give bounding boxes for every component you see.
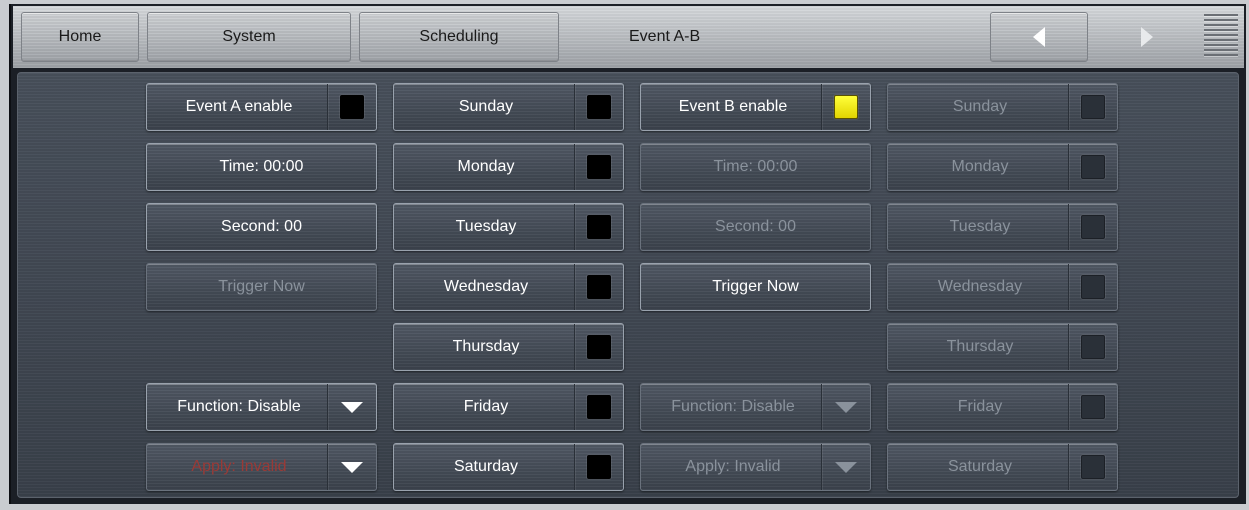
nav-home-label: Home <box>58 28 102 45</box>
event-b-function-dropdown[interactable]: Function: Disable <box>640 383 871 431</box>
event-b-enable-label: Event B enable <box>678 98 788 115</box>
event-a-day-indicator <box>587 275 611 299</box>
event-a-day-label: Sunday <box>458 98 514 115</box>
event-a-enable-indicator <box>340 95 364 119</box>
event-b-day-indicator <box>1081 275 1105 299</box>
hamburger-menu-icon[interactable] <box>1204 14 1238 62</box>
dropdown-arrow-icon <box>341 401 363 413</box>
event-b-enable-toggle[interactable]: Event B enable <box>640 83 871 131</box>
app-window: Home System Scheduling Event A-B Event A… <box>9 4 1246 504</box>
event-settings-panel: Event A enable Time: 00:00 Second: 00 Tr… <box>17 72 1239 498</box>
event-a-day-tuesday-toggle[interactable]: Tuesday <box>393 203 624 251</box>
event-b-day-label: Sunday <box>952 98 1008 115</box>
event-b-second-label: Second: 00 <box>715 218 796 235</box>
event-b-day-label: Wednesday <box>937 278 1023 295</box>
event-b-day-indicator <box>1081 215 1105 239</box>
event-b-trigger-label: Trigger Now <box>712 278 799 295</box>
next-page-button[interactable] <box>1098 12 1196 62</box>
event-a-time-label: Time: 00:00 <box>219 158 304 175</box>
event-b-day-sunday-toggle[interactable]: Sunday <box>887 83 1118 131</box>
page-title: Event A-B <box>629 28 701 45</box>
dropdown-arrow-icon <box>835 401 857 413</box>
event-a-day-sunday-toggle[interactable]: Sunday <box>393 83 624 131</box>
prev-page-button[interactable] <box>990 12 1088 62</box>
event-a-enable-label: Event A enable <box>185 98 293 115</box>
event-a-day-label: Tuesday <box>455 218 517 235</box>
event-b-second-button[interactable]: Second: 00 <box>640 203 871 251</box>
event-a-apply-dropdown[interactable]: Apply: Invalid <box>146 443 377 491</box>
event-b-day-thursday-toggle[interactable]: Thursday <box>887 323 1118 371</box>
event-a-day-saturday-toggle[interactable]: Saturday <box>393 443 624 491</box>
triangle-right-icon <box>1141 27 1153 47</box>
nav-scheduling-button[interactable]: Scheduling <box>359 12 559 62</box>
event-a-day-wednesday-toggle[interactable]: Wednesday <box>393 263 624 311</box>
event-a-apply-label: Apply: Invalid <box>191 458 287 475</box>
top-nav-bar: Home System Scheduling Event A-B <box>13 6 1244 68</box>
event-a-day-label: Wednesday <box>443 278 529 295</box>
event-a-day-indicator <box>587 95 611 119</box>
event-a-trigger-now-button[interactable]: Trigger Now <box>146 263 377 311</box>
event-b-day-label: Saturday <box>947 458 1013 475</box>
event-a-enable-toggle[interactable]: Event A enable <box>146 83 377 131</box>
nav-system-label: System <box>222 28 276 45</box>
nav-scheduling-label: Scheduling <box>419 28 499 45</box>
event-b-day-label: Monday <box>951 158 1009 175</box>
event-b-day-monday-toggle[interactable]: Monday <box>887 143 1118 191</box>
event-b-trigger-now-button[interactable]: Trigger Now <box>640 263 871 311</box>
dropdown-arrow-icon <box>835 461 857 473</box>
dropdown-arrow-icon <box>341 461 363 473</box>
event-a-day-thursday-toggle[interactable]: Thursday <box>393 323 624 371</box>
event-b-day-wednesday-toggle[interactable]: Wednesday <box>887 263 1118 311</box>
event-a-day-indicator <box>587 455 611 479</box>
event-b-time-button[interactable]: Time: 00:00 <box>640 143 871 191</box>
event-a-second-label: Second: 00 <box>221 218 302 235</box>
event-b-day-indicator <box>1081 95 1105 119</box>
event-a-day-label: Friday <box>463 398 509 415</box>
event-b-function-label: Function: Disable <box>671 398 795 415</box>
event-b-day-tuesday-toggle[interactable]: Tuesday <box>887 203 1118 251</box>
event-a-day-friday-toggle[interactable]: Friday <box>393 383 624 431</box>
event-a-day-indicator <box>587 155 611 179</box>
event-a-day-label: Monday <box>457 158 515 175</box>
event-b-day-friday-toggle[interactable]: Friday <box>887 383 1118 431</box>
event-a-time-button[interactable]: Time: 00:00 <box>146 143 377 191</box>
event-b-apply-label: Apply: Invalid <box>685 458 781 475</box>
event-b-day-indicator <box>1081 155 1105 179</box>
event-a-function-dropdown[interactable]: Function: Disable <box>146 383 377 431</box>
event-a-trigger-label: Trigger Now <box>218 278 305 295</box>
event-a-second-button[interactable]: Second: 00 <box>146 203 377 251</box>
event-b-day-label: Friday <box>957 398 1003 415</box>
event-b-day-label: Thursday <box>946 338 1014 355</box>
triangle-left-icon <box>1033 27 1045 47</box>
nav-home-button[interactable]: Home <box>21 12 139 62</box>
event-a-day-indicator <box>587 215 611 239</box>
event-b-day-saturday-toggle[interactable]: Saturday <box>887 443 1118 491</box>
event-b-day-indicator <box>1081 395 1105 419</box>
event-b-day-indicator <box>1081 335 1105 359</box>
event-b-enable-indicator <box>834 95 858 119</box>
event-a-function-label: Function: Disable <box>177 398 301 415</box>
event-b-day-label: Tuesday <box>949 218 1011 235</box>
event-a-day-indicator <box>587 395 611 419</box>
nav-system-button[interactable]: System <box>147 12 351 62</box>
event-b-apply-dropdown[interactable]: Apply: Invalid <box>640 443 871 491</box>
event-b-day-indicator <box>1081 455 1105 479</box>
event-a-day-indicator <box>587 335 611 359</box>
event-b-time-label: Time: 00:00 <box>713 158 798 175</box>
event-a-day-monday-toggle[interactable]: Monday <box>393 143 624 191</box>
event-a-day-label: Saturday <box>453 458 519 475</box>
event-a-day-label: Thursday <box>452 338 520 355</box>
